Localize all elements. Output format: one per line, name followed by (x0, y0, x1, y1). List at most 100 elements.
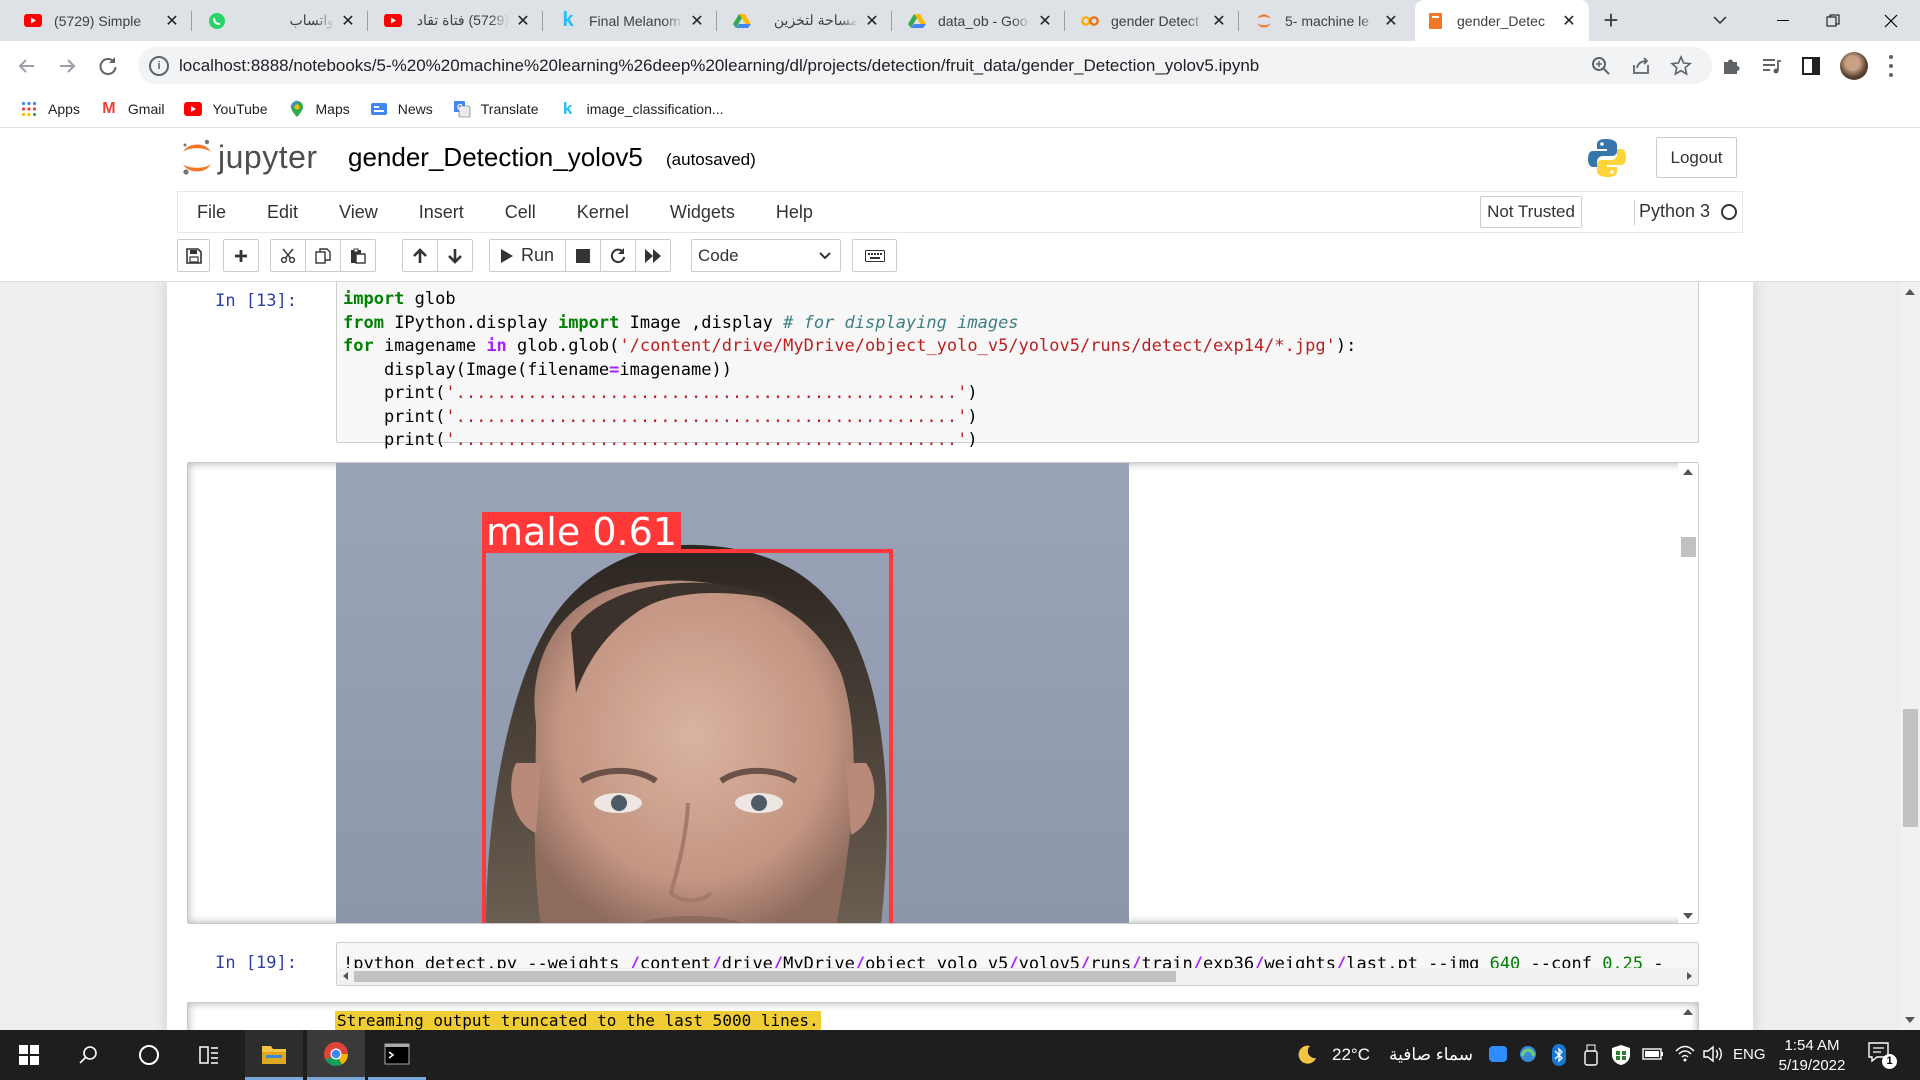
share-icon[interactable] (1630, 55, 1652, 77)
restart-button[interactable] (600, 239, 636, 272)
file-explorer-button[interactable] (245, 1030, 303, 1080)
output-scrollbar[interactable] (1678, 463, 1698, 923)
tray-zoom-icon[interactable] (1489, 1046, 1507, 1062)
scroll-right-arrow-icon[interactable] (1687, 972, 1692, 980)
address-bar[interactable]: i localhost:8888/notebooks/5-%20%20machi… (138, 47, 1712, 84)
bookmark-youtube[interactable]: YouTube (184, 100, 268, 118)
restore-window-icon[interactable] (1810, 0, 1856, 41)
language-indicator[interactable]: ENG (1733, 1046, 1766, 1063)
browser-tab[interactable]: k Final Melanom ✕ (547, 0, 717, 41)
scroll-up-arrow-icon[interactable] (1683, 469, 1693, 475)
browser-tab[interactable]: gender_Detec ✕ (1415, 0, 1589, 41)
menu-insert[interactable]: Insert (419, 202, 464, 223)
cortana-button[interactable] (120, 1030, 178, 1080)
scroll-left-arrow-icon[interactable] (343, 972, 348, 980)
browser-menu-icon[interactable] (1886, 55, 1896, 77)
paste-button[interactable] (340, 239, 376, 272)
tab-close-icon[interactable]: ✕ (689, 11, 705, 31)
usb-drive-icon[interactable] (1584, 1044, 1598, 1066)
scroll-up-arrow-icon[interactable] (1905, 289, 1915, 295)
scroll-down-arrow-icon[interactable] (1683, 913, 1693, 919)
bookmark-image-classification[interactable]: k image_classification... (559, 99, 724, 118)
security-shield-icon[interactable] (1611, 1044, 1631, 1066)
menu-kernel[interactable]: Kernel (577, 202, 629, 223)
notebook-scroll-area[interactable]: In [13]: import glob from IPython.display… (0, 282, 1920, 1030)
page-scrollbar[interactable] (1900, 282, 1920, 1030)
new-tab-button[interactable]: + (1598, 7, 1624, 34)
menu-help[interactable]: Help (776, 202, 813, 223)
wifi-icon[interactable] (1674, 1044, 1696, 1064)
back-arrow-icon[interactable] (14, 53, 40, 79)
search-button[interactable] (60, 1030, 118, 1080)
bookmark-translate[interactable]: G Translate (453, 100, 539, 118)
code-hscroll-thumb[interactable] (354, 971, 1176, 982)
menu-cell[interactable]: Cell (505, 202, 536, 223)
bookmark-gmail[interactable]: M Gmail (100, 100, 164, 118)
insert-cell-button[interactable] (223, 239, 259, 272)
forward-arrow-icon[interactable] (54, 53, 80, 79)
output-area-scrolled[interactable]: Streaming output truncated to the last 5… (187, 1002, 1699, 1030)
reload-icon[interactable] (95, 53, 121, 79)
browser-tab[interactable]: data_ob - Goo ✕ (896, 0, 1065, 41)
menu-file[interactable]: File (197, 202, 226, 223)
close-window-icon[interactable] (1866, 0, 1916, 41)
trust-indicator[interactable]: Not Trusted (1480, 196, 1582, 228)
browser-tab[interactable]: (5729) Simple ✕ (12, 0, 192, 41)
command-palette-button[interactable] (852, 239, 897, 272)
site-info-icon[interactable]: i (149, 55, 169, 76)
clock[interactable]: 1:54 AM 5/19/2022 (1770, 1036, 1854, 1076)
interrupt-button[interactable] (565, 239, 601, 272)
battery-icon[interactable] (1642, 1047, 1664, 1061)
output-scroll-thumb[interactable] (1681, 537, 1696, 557)
url-text[interactable]: localhost:8888/notebooks/5-%20%20machine… (179, 56, 1259, 76)
tab-close-icon[interactable]: ✕ (1561, 11, 1577, 31)
chrome-button[interactable] (307, 1030, 365, 1080)
zoom-icon[interactable] (1590, 55, 1612, 77)
bookmark-apps[interactable]: Apps (20, 100, 80, 118)
code-cell[interactable]: In [13]: import glob from IPython.display… (187, 282, 1730, 924)
code-hscrollbar[interactable] (337, 968, 1698, 985)
logout-button[interactable]: Logout (1656, 137, 1737, 178)
run-button[interactable]: Run (489, 239, 566, 272)
side-panel-icon[interactable] (1800, 55, 1822, 77)
volume-icon[interactable] (1702, 1044, 1724, 1064)
tab-close-icon[interactable]: ✕ (340, 11, 356, 31)
code-input-area[interactable]: !python detect.py --weights /content/dri… (336, 942, 1699, 986)
restart-run-all-button[interactable] (635, 239, 671, 272)
output-area-scrolled[interactable]: male 0.61 (187, 462, 1699, 924)
cell-type-select[interactable]: Code (691, 239, 841, 272)
cut-button[interactable] (270, 239, 306, 272)
weather-moon-icon[interactable] (1296, 1044, 1318, 1066)
bookmark-news[interactable]: News (370, 100, 433, 118)
tray-network-share-icon[interactable] (1518, 1044, 1538, 1064)
browser-tab[interactable]: (5729) فتاة تقاد ✕ (372, 0, 543, 41)
menu-edit[interactable]: Edit (267, 202, 298, 223)
browser-tab[interactable]: gender Detect ✕ (1069, 0, 1239, 41)
tab-close-icon[interactable]: ✕ (1211, 11, 1227, 31)
weather-temperature[interactable]: 22°C (1332, 1045, 1370, 1065)
menu-view[interactable]: View (339, 202, 378, 223)
jupyter-logo[interactable]: jupyter (180, 137, 318, 177)
tab-search-chevron-icon[interactable] (1710, 10, 1730, 30)
notebook-title[interactable]: gender_Detection_yolov5 (348, 142, 643, 173)
code-input-area[interactable]: import glob from IPython.display import I… (336, 282, 1699, 450)
scroll-down-arrow-icon[interactable] (1905, 1017, 1915, 1023)
code-editor[interactable]: import glob from IPython.display import I… (343, 288, 1356, 453)
tab-close-icon[interactable]: ✕ (515, 11, 531, 31)
notification-center-button[interactable]: 1 (1868, 1042, 1898, 1070)
tab-close-icon[interactable]: ✕ (864, 11, 880, 31)
media-controls-icon[interactable] (1760, 55, 1782, 77)
browser-tab[interactable]: واتساب ✕ (196, 0, 368, 41)
bookmark-maps[interactable]: Maps (288, 99, 350, 118)
minimize-window-icon[interactable] (1760, 0, 1806, 41)
tab-close-icon[interactable]: ✕ (164, 11, 180, 31)
copy-button[interactable] (305, 239, 341, 272)
browser-tab[interactable]: 5- machine le ✕ (1243, 0, 1411, 41)
move-down-button[interactable] (437, 239, 473, 272)
extensions-puzzle-icon[interactable] (1720, 55, 1742, 77)
move-up-button[interactable] (402, 239, 438, 272)
start-button[interactable] (0, 1030, 58, 1080)
page-scroll-thumb[interactable] (1903, 709, 1918, 827)
task-view-button[interactable] (180, 1030, 238, 1080)
weather-description[interactable]: سماء صافية (1378, 1045, 1473, 1065)
